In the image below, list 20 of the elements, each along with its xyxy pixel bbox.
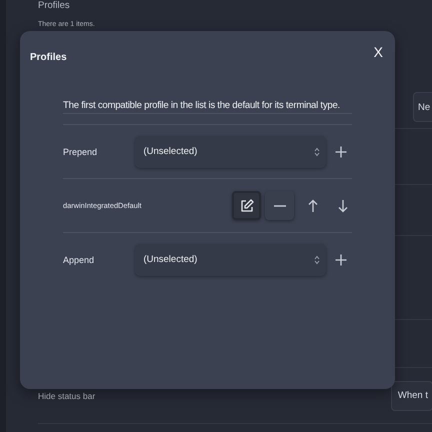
- edit-icon: [240, 198, 254, 212]
- description: The first compatible profile in the list is the default for its terminal type.: [63, 99, 352, 114]
- plus-icon: [335, 254, 348, 266]
- setting-label: Hide status bar: [38, 390, 96, 400]
- dialog-title: Profiles: [30, 52, 67, 63]
- row-label: Prepend: [63, 146, 98, 156]
- profile-select[interactable]: (Unselected): [135, 244, 326, 276]
- plus-icon: [335, 146, 348, 158]
- close-button[interactable]: X: [370, 44, 387, 60]
- arrow-down-icon: [338, 198, 348, 212]
- chevron-updown-icon: [314, 254, 320, 264]
- row-label: Append: [63, 254, 96, 264]
- minus-icon: [274, 204, 286, 206]
- arrow-up-icon: [308, 198, 318, 212]
- new-button[interactable]: Ne: [413, 92, 432, 122]
- page-title: Profiles: [38, 0, 71, 12]
- edit-button[interactable]: [232, 191, 261, 220]
- setting-dropdown[interactable]: When t: [390, 380, 432, 410]
- profile-select[interactable]: (Unselected): [135, 136, 326, 168]
- chevron-updown-icon: [314, 146, 320, 156]
